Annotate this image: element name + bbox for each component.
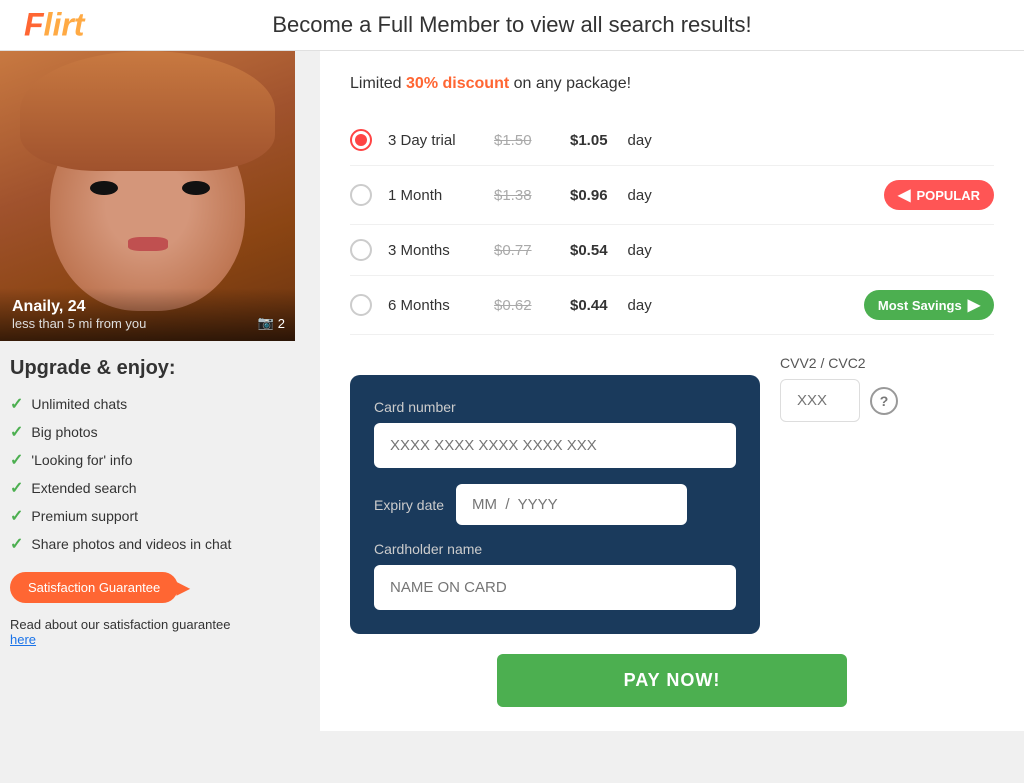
expiry-row: Expiry date (374, 484, 736, 525)
plan-unit-3day: day (628, 132, 652, 149)
upgrade-title: Upgrade & enjoy: (10, 357, 310, 380)
plan-radio-3months[interactable] (350, 239, 372, 261)
card-number-input[interactable] (374, 423, 736, 468)
profile-name: Anaily, 24 (12, 298, 283, 316)
page-title: Become a Full Member to view all search … (272, 12, 751, 38)
plan-row-3months: 3 Months $0.77 $0.54 day (350, 225, 994, 276)
plan-unit-1month: day (628, 187, 652, 204)
profile-card: Anaily, 24 less than 5 mi from you 📷 2 (0, 51, 295, 341)
check-icon: ✓ (10, 394, 23, 414)
sidebar: Anaily, 24 less than 5 mi from you 📷 2 U… (0, 51, 320, 731)
feature-list: ✓Unlimited chats ✓Big photos ✓'Looking f… (10, 394, 310, 554)
list-item: ✓Extended search (10, 478, 310, 498)
pay-now-button[interactable]: PAY NOW! (497, 654, 847, 707)
guarantee-link[interactable]: here (10, 632, 36, 647)
discount-banner: Limited 30% discount on any package! (350, 75, 994, 93)
plan-row-3day: 3 Day trial $1.50 $1.05 day (350, 115, 994, 166)
expiry-input[interactable] (456, 484, 687, 525)
discount-highlight: 30% discount (406, 75, 509, 92)
camera-icon: 📷 (258, 315, 274, 331)
guarantee-text: Read about our satisfaction guarantee he… (10, 617, 310, 647)
plan-radio-3day[interactable] (350, 129, 372, 151)
plan-name-3months: 3 Months (388, 242, 478, 259)
cvv-input[interactable] (780, 379, 860, 422)
list-item: ✓Share photos and videos in chat (10, 534, 310, 554)
plan-name-1month: 1 Month (388, 187, 478, 204)
logo: Flirt (24, 7, 84, 44)
cvv-help-icon[interactable]: ? (870, 387, 898, 415)
popular-badge: POPULAR (884, 180, 994, 210)
cardholder-input[interactable] (374, 565, 736, 610)
logo-lirt: lirt (44, 7, 85, 43)
plan-unit-3months: day (628, 242, 652, 259)
plan-price-6months: $0.44 (570, 297, 608, 314)
card-number-label: Card number (374, 399, 736, 415)
list-item: ✓Big photos (10, 422, 310, 442)
profile-overlay: Anaily, 24 less than 5 mi from you (0, 288, 295, 341)
plan-price-3months: $0.54 (570, 242, 608, 259)
plan-radio-6months[interactable] (350, 294, 372, 316)
plan-name-3day: 3 Day trial (388, 132, 478, 149)
profile-distance: less than 5 mi from you (12, 316, 283, 331)
plan-original-3day: $1.50 (494, 132, 554, 149)
cvv-section: CVV2 / CVC2 ? (780, 355, 898, 422)
content-area: Limited 30% discount on any package! 3 D… (320, 51, 1024, 731)
logo-f: F (24, 7, 44, 43)
plan-radio-1month[interactable] (350, 184, 372, 206)
check-icon: ✓ (10, 422, 23, 442)
cvv-row: ? (780, 379, 898, 422)
photo-count: 📷 2 (258, 315, 285, 331)
plan-name-6months: 6 Months (388, 297, 478, 314)
list-item: ✓Premium support (10, 506, 310, 526)
upgrade-section: Upgrade & enjoy: ✓Unlimited chats ✓Big p… (0, 341, 320, 657)
check-icon: ✓ (10, 450, 23, 470)
cvv-label: CVV2 / CVC2 (780, 355, 898, 371)
check-icon: ✓ (10, 534, 23, 554)
list-item: ✓Unlimited chats (10, 394, 310, 414)
list-item: ✓'Looking for' info (10, 450, 310, 470)
plan-row-1month: 1 Month $1.38 $0.96 day POPULAR (350, 166, 994, 225)
satisfaction-guarantee-button[interactable]: Satisfaction Guarantee (10, 572, 178, 603)
plan-original-1month: $1.38 (494, 187, 554, 204)
plan-original-6months: $0.62 (494, 297, 554, 314)
right-panel: Limited 30% discount on any package! 3 D… (320, 51, 1024, 731)
plan-unit-6months: day (628, 297, 652, 314)
cardholder-label: Cardholder name (374, 541, 736, 557)
savings-badge: Most Savings (864, 290, 994, 320)
plan-price-3day: $1.05 (570, 132, 608, 149)
plan-original-3months: $0.77 (494, 242, 554, 259)
radio-inner (355, 134, 367, 146)
page-header: Flirt Become a Full Member to view all s… (0, 0, 1024, 51)
expiry-label: Expiry date (374, 497, 444, 513)
plan-row-6months: 6 Months $0.62 $0.44 day Most Savings (350, 276, 994, 335)
main-layout: Anaily, 24 less than 5 mi from you 📷 2 U… (0, 51, 1024, 731)
check-icon: ✓ (10, 478, 23, 498)
plan-price-1month: $0.96 (570, 187, 608, 204)
check-icon: ✓ (10, 506, 23, 526)
payment-form: Card number Expiry date Cardholder name (350, 375, 760, 634)
